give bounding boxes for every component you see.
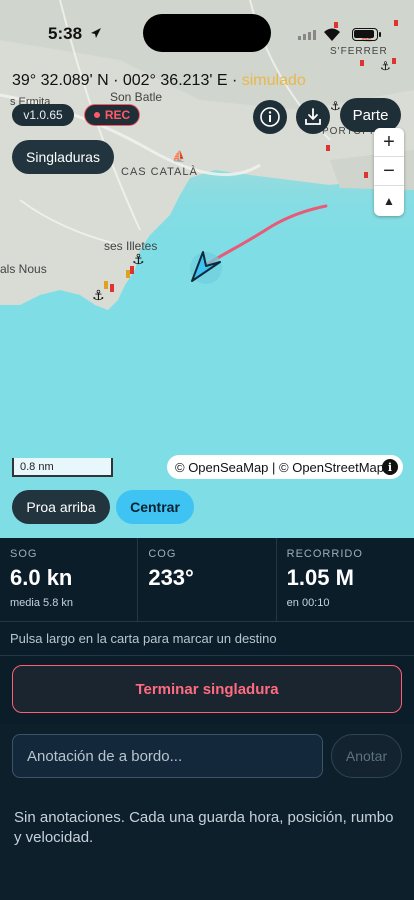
- attribution-info-icon[interactable]: i: [382, 459, 398, 475]
- stat-recorrido: RECORRIDO 1.05 M en 00:10: [277, 538, 414, 621]
- cog-value: 233°: [148, 565, 194, 590]
- empty-notes-text: Sin anotaciones. Cada una guarda hora, p…: [14, 809, 394, 846]
- place-son-batle: Son Batle: [110, 90, 163, 104]
- bottom-panel: SOG 6.0 kn media 5.8 kn COG 233° RECORRI…: [0, 538, 414, 900]
- stat-cog: COG 233°: [138, 538, 277, 621]
- anotar-button[interactable]: Anotar: [331, 734, 402, 778]
- chart-map[interactable]: ⚓ ⚓ ⚓ ⚓ ⛵ ⛵ Son Batle CAS CATALÀ ses Ill…: [0, 0, 414, 538]
- sog-value: 6.0 kn: [10, 565, 73, 590]
- mode-label: simulado: [241, 72, 306, 89]
- svg-text:⚓: ⚓: [330, 99, 341, 113]
- download-icon: [305, 108, 321, 125]
- location-arrow-icon: [91, 28, 101, 38]
- rec-dot-icon: [93, 112, 100, 118]
- divider: [0, 655, 414, 656]
- zoom-in-button[interactable]: +: [374, 128, 404, 157]
- app-screen: ⚓ ⚓ ⚓ ⚓ ⛵ ⛵ Son Batle CAS CATALÀ ses Ill…: [0, 0, 414, 900]
- battery-icon: [352, 28, 378, 41]
- wifi-icon: [324, 28, 340, 41]
- svg-text:⚓: ⚓: [92, 287, 105, 303]
- singladuras-button[interactable]: Singladuras: [12, 140, 114, 174]
- heading-up-button[interactable]: Proa arriba: [12, 490, 110, 524]
- destination-hint: Pulsa largo en la carta para marcar un d…: [10, 631, 277, 646]
- place-nous: als Nous: [0, 262, 47, 276]
- note-input[interactable]: [12, 734, 323, 778]
- track-line: [202, 204, 328, 268]
- place-cas-catala: CAS CATALÀ: [121, 166, 198, 178]
- parte-button[interactable]: Parte: [340, 98, 401, 132]
- map-attribution: © OpenSeaMap | © OpenStreetMap i: [167, 455, 403, 479]
- longitude: 002° 36.213' E: [122, 72, 228, 89]
- zoom-out-button[interactable]: −: [374, 157, 404, 186]
- notes-section: Anotar Sin anotaciones. Cada una guarda …: [0, 724, 414, 900]
- clock: 5:38: [48, 24, 83, 43]
- download-button[interactable]: [296, 100, 330, 134]
- dynamic-island: [143, 14, 271, 52]
- end-leg-button[interactable]: Terminar singladura: [12, 665, 402, 713]
- north-reset-icon[interactable]: ▲: [374, 186, 404, 215]
- info-icon: [260, 107, 280, 127]
- position-readout: 39° 32.089' N · 002° 36.213' E · simulad…: [12, 72, 306, 89]
- stat-sog: SOG 6.0 kn media 5.8 kn: [0, 538, 139, 621]
- svg-text:⛵: ⛵: [172, 150, 186, 163]
- place-illetes: ses Illetes: [104, 239, 158, 253]
- latitude: 39° 32.089' N: [12, 72, 109, 89]
- stats-row: SOG 6.0 kn media 5.8 kn COG 233° RECORRI…: [0, 538, 414, 622]
- zoom-control: + − ▲: [374, 128, 404, 216]
- center-button[interactable]: Centrar: [116, 490, 194, 524]
- signal-icon: [298, 30, 316, 40]
- version-badge: v1.0.65: [12, 104, 74, 126]
- distance-value: 1.05 M: [286, 565, 354, 590]
- scale-bar: 0.8 nm: [12, 458, 113, 477]
- rec-badge: REC: [84, 104, 140, 126]
- info-button[interactable]: [253, 100, 287, 134]
- anchor-icon: ⚓: [132, 251, 145, 267]
- status-bar: 5:38: [0, 0, 414, 62]
